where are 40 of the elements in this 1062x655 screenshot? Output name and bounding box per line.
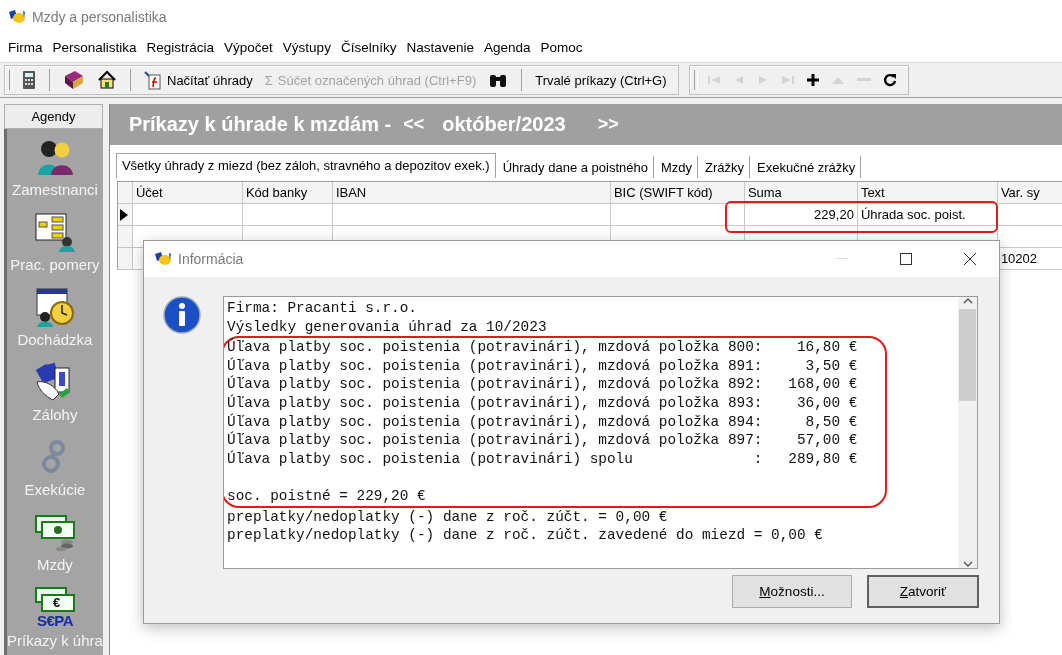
column-header: Kód banky bbox=[242, 182, 333, 204]
sidebar-header: Agendy bbox=[4, 104, 103, 129]
dialog-title: Informácia bbox=[178, 251, 245, 267]
options-button[interactable]: Možnosti... bbox=[732, 575, 852, 608]
table-cell: 229,20 bbox=[744, 204, 858, 226]
menu-item[interactable]: Výpočet bbox=[219, 38, 278, 57]
menu-item[interactable]: Agenda bbox=[478, 38, 536, 57]
menu-item[interactable]: Personalistika bbox=[47, 38, 142, 57]
euro-sign: € bbox=[52, 595, 61, 610]
standing-orders-button[interactable]: Trvalé príkazy (Ctrl+G) bbox=[532, 70, 670, 90]
column-header: BIC (SWIFT kód) bbox=[610, 182, 745, 204]
menu-item[interactable]: Číselníky bbox=[335, 38, 402, 57]
menu-item[interactable]: Nastavenie bbox=[401, 38, 479, 57]
menu-item[interactable]: Výstupy bbox=[277, 38, 336, 57]
menu-item[interactable]: Pomoc bbox=[535, 38, 588, 57]
load-payments-button[interactable]: Načítať úhrady bbox=[141, 68, 256, 92]
message-line: soc. poistné = 229,20 € bbox=[227, 486, 427, 506]
message-line: preplatky/nedoplatky (-) dane z roč. zúčt. zavedené do miezd = 0,00 € bbox=[227, 526, 824, 545]
close-button[interactable]: Zatvoriť bbox=[867, 575, 979, 608]
message-line: Úľava platby soc. poistenia (potravinári) spolu : 289,80 € bbox=[227, 449, 859, 469]
message-line: Úľava platby soc. poistenia (potravinári), mzdová položka 891: 3,50 € bbox=[227, 356, 859, 375]
message-line: preplatky/nedoplatky (-) dane z roč. zúčt. = 0,00 € bbox=[227, 507, 669, 527]
column-header: Text bbox=[857, 182, 998, 204]
page-title: Príkazy k úhrade k mzdám - bbox=[128, 113, 392, 136]
sepa-logo: S€PA bbox=[36, 613, 73, 628]
period-label: október/2023 bbox=[442, 113, 566, 136]
tab[interactable]: Všetky úhrady z miezd (bez záloh, stravného a depozitov exek.) bbox=[115, 153, 496, 178]
menu-item[interactable]: Registrácia bbox=[141, 38, 220, 57]
message-line: Úľava platby soc. poistenia (potravinári), mzdová položka 894: 8,50 € bbox=[227, 412, 859, 431]
menu-item[interactable]: Firma bbox=[3, 38, 48, 57]
message-line: Úľava platby soc. poistenia (potravinári), mzdová položka 897: 57,00 € bbox=[227, 431, 859, 450]
window-title: Mzdy a personalistika bbox=[32, 8, 167, 25]
column-header: Var. sy bbox=[997, 182, 1062, 204]
column-header: Účet bbox=[132, 182, 243, 204]
message-line: Výsledky generovania úhrad za 10/2023 bbox=[227, 317, 548, 337]
message-line: Úľava platby soc. poistenia (potravinári), mzdová položka 893: 36,00 € bbox=[227, 393, 859, 413]
message-line: Úľava platby soc. poistenia (potravinári), mzdová položka 800: 16,80 € bbox=[227, 338, 859, 357]
message-line: Firma: Pracanti s.r.o. bbox=[227, 299, 418, 318]
column-header: IBAN bbox=[332, 182, 611, 204]
message-line: Úľava platby soc. poistenia (potravinári), mzdová položka 892: 168,00 € bbox=[227, 375, 859, 394]
